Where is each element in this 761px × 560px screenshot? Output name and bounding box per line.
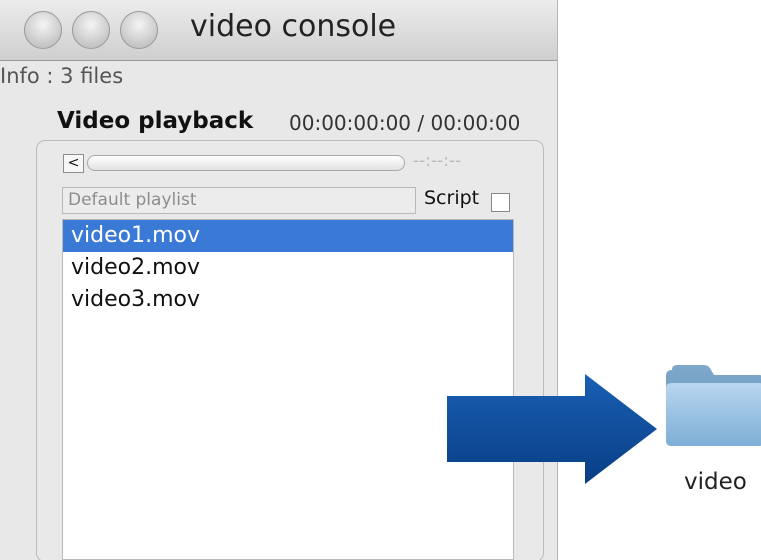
info-status: Info : 3 files <box>0 64 124 88</box>
window-title: video console <box>190 9 397 44</box>
folder-label: video <box>684 469 747 495</box>
script-checkbox[interactable] <box>491 193 510 212</box>
back-button[interactable]: < <box>63 154 84 173</box>
title-bar[interactable]: video console <box>0 0 557 61</box>
arrow-right-icon <box>447 374 657 484</box>
playlist-item[interactable]: video1.mov <box>63 220 513 252</box>
zoom-window-button[interactable] <box>120 11 158 49</box>
playlist-item[interactable]: video2.mov <box>63 252 513 284</box>
playlist-name-field[interactable]: Default playlist <box>62 187 416 214</box>
playback-scrubber[interactable] <box>87 155 405 171</box>
scrubber-time: --:--:-- <box>413 151 462 171</box>
script-label: Script <box>424 187 480 209</box>
video-playback-heading: Video playback <box>57 108 254 134</box>
minimize-window-button[interactable] <box>72 11 110 49</box>
folder-icon[interactable] <box>664 362 761 448</box>
close-window-button[interactable] <box>24 11 62 49</box>
playlist-item[interactable]: video3.mov <box>63 284 513 316</box>
timecode-readout: 00:00:00:00 / 00:00:00 <box>289 111 521 135</box>
